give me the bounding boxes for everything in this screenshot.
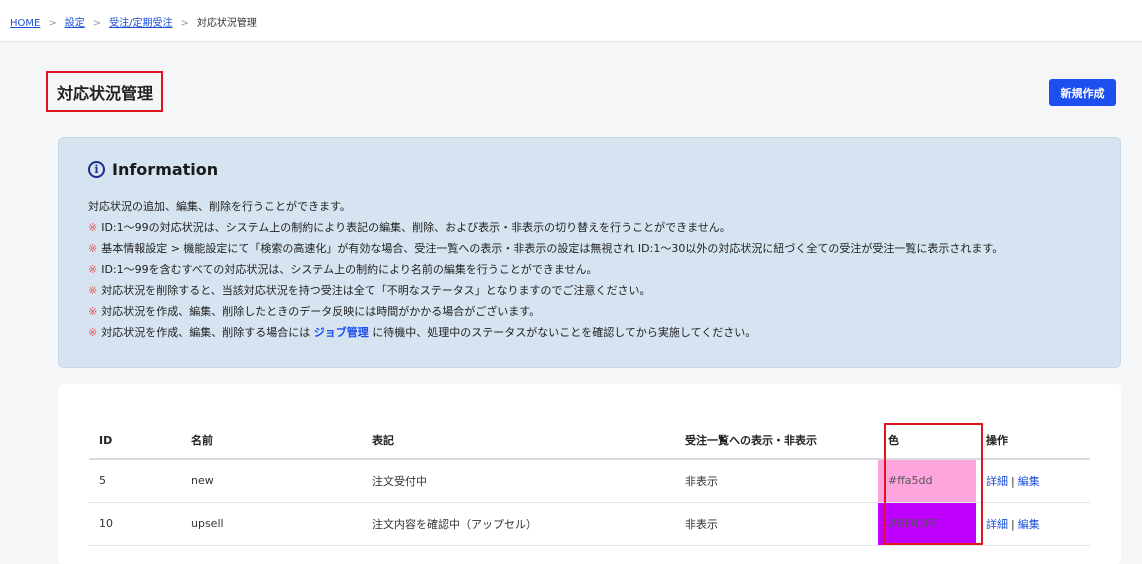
note-mark-icon: ※ bbox=[88, 326, 98, 339]
note-mark-icon: ※ bbox=[88, 221, 98, 234]
breadcrumb-separator: > bbox=[180, 18, 189, 29]
info-note: ※ 基本情報設定 > 機能設定にて「検索の高速化」が有効な場合、受注一覧への表示・… bbox=[88, 238, 1108, 259]
info-line: ID:1～99を含むすべての対応状況は、システム上の制約により名前の編集を行うこ… bbox=[101, 263, 598, 276]
info-line: 対応状況を作成、編集、削除したときのデータ反映には時間がかかる場合がございます。 bbox=[101, 305, 541, 318]
status-table: ID 名前 表記 受注一覧への表示・非表示 色 操作 5 new 注文受付中 非… bbox=[89, 422, 1090, 546]
info-line: ID:1～99の対応状況は、システム上の制約により表記の編集、削除、および表示・… bbox=[101, 221, 731, 234]
detail-link[interactable]: 詳細 bbox=[986, 475, 1008, 488]
information-header: i Information bbox=[88, 160, 218, 179]
column-header-name: 名前 bbox=[181, 422, 362, 460]
info-line: に待機中、処理中のステータスがないことを確認してから実施してください。 bbox=[372, 326, 757, 339]
breadcrumb-separator: > bbox=[92, 18, 102, 29]
color-swatch: #ffa5dd bbox=[878, 459, 976, 503]
action-separator: | bbox=[1011, 474, 1015, 488]
top-bar: HOME > 設定 > 受注/定期受注 > 対応状況管理 bbox=[0, 0, 1142, 42]
cell-id: 5 bbox=[89, 459, 181, 503]
breadcrumb-separator: > bbox=[48, 18, 57, 29]
edit-link[interactable]: 編集 bbox=[1018, 518, 1040, 531]
info-note: ※ 対応状況を作成、編集、削除する場合には ジョブ管理 に待機中、処理中のステータ… bbox=[88, 322, 1108, 343]
cell-id: 10 bbox=[89, 502, 181, 546]
cell-name: upsell bbox=[181, 502, 362, 546]
breadcrumb-orders[interactable]: 受注/定期受注 bbox=[109, 18, 172, 29]
info-note: ※ ID:1～99の対応状況は、システム上の制約により表記の編集、削除、および表示… bbox=[88, 217, 1108, 238]
info-note: ※ ID:1～99を含むすべての対応状況は、システム上の制約により名前の編集を行う… bbox=[88, 259, 1108, 280]
cell-label: 注文内容を確認中（アップセル） bbox=[362, 502, 675, 546]
column-header-visibility: 受注一覧への表示・非表示 bbox=[675, 422, 878, 460]
edit-link[interactable]: 編集 bbox=[1018, 475, 1040, 488]
table-row: 5 new 注文受付中 非表示 #ffa5dd 詳細 | 編集 bbox=[89, 459, 1090, 503]
information-title: Information bbox=[112, 160, 219, 179]
cell-name: new bbox=[181, 459, 362, 503]
cell-visibility: 非表示 bbox=[675, 459, 878, 503]
status-table-card: ID 名前 表記 受注一覧への表示・非表示 色 操作 5 new 注文受付中 非… bbox=[58, 384, 1121, 564]
action-separator: | bbox=[1011, 517, 1015, 531]
info-line: 対応状況の追加、編集、削除を行うことができます。 bbox=[88, 200, 351, 213]
note-mark-icon: ※ bbox=[88, 305, 98, 318]
information-text: 対応状況の追加、編集、削除を行うことができます。 ※ ID:1～99の対応状況は、… bbox=[88, 196, 1108, 343]
column-header-id: ID bbox=[89, 422, 181, 460]
breadcrumb-settings[interactable]: 設定 bbox=[65, 18, 85, 29]
note-mark-icon: ※ bbox=[88, 242, 98, 255]
new-create-button[interactable]: 新規作成 bbox=[1049, 79, 1116, 106]
cell-visibility: 非表示 bbox=[675, 502, 878, 546]
table-header-row: ID 名前 表記 受注一覧への表示・非表示 色 操作 bbox=[89, 422, 1090, 460]
info-note: ※ 対応状況を作成、編集、削除したときのデータ反映には時間がかかる場合がございます… bbox=[88, 301, 1108, 322]
info-line: 対応状況を作成、編集、削除する場合には bbox=[101, 326, 311, 339]
breadcrumb-home[interactable]: HOME bbox=[10, 18, 40, 29]
job-management-link[interactable]: ジョブ管理 bbox=[314, 326, 369, 339]
column-header-label: 表記 bbox=[362, 422, 675, 460]
info-icon: i bbox=[88, 161, 105, 178]
note-mark-icon: ※ bbox=[88, 263, 98, 276]
cell-actions: 詳細 | 編集 bbox=[976, 502, 1090, 546]
detail-link[interactable]: 詳細 bbox=[986, 518, 1008, 531]
cell-actions: 詳細 | 編集 bbox=[976, 459, 1090, 503]
breadcrumb: HOME > 設定 > 受注/定期受注 > 対応状況管理 bbox=[10, 14, 257, 29]
info-line: 対応状況を削除すると、当該対応状況を持つ受注は全て「不明なステータス」となります… bbox=[101, 284, 651, 297]
page-title: 対応状況管理 bbox=[57, 83, 154, 103]
color-swatch: #BF00FF bbox=[878, 502, 976, 546]
note-mark-icon: ※ bbox=[88, 284, 98, 297]
breadcrumb-current: 対応状況管理 bbox=[196, 18, 257, 29]
column-header-color: 色 bbox=[878, 422, 976, 460]
information-panel: i Information 対応状況の追加、編集、削除を行うことができます。 ※… bbox=[58, 137, 1121, 368]
table-row: 10 upsell 注文内容を確認中（アップセル） 非表示 #BF00FF 詳細… bbox=[89, 502, 1090, 546]
column-header-actions: 操作 bbox=[976, 422, 1090, 460]
info-line: 基本情報設定 > 機能設定にて「検索の高速化」が有効な場合、受注一覧への表示・非… bbox=[101, 242, 1004, 255]
page-title-box: 対応状況管理 bbox=[46, 71, 163, 112]
cell-label: 注文受付中 bbox=[362, 459, 675, 503]
info-note: ※ 対応状況を削除すると、当該対応状況を持つ受注は全て「不明なステータス」となりま… bbox=[88, 280, 1108, 301]
